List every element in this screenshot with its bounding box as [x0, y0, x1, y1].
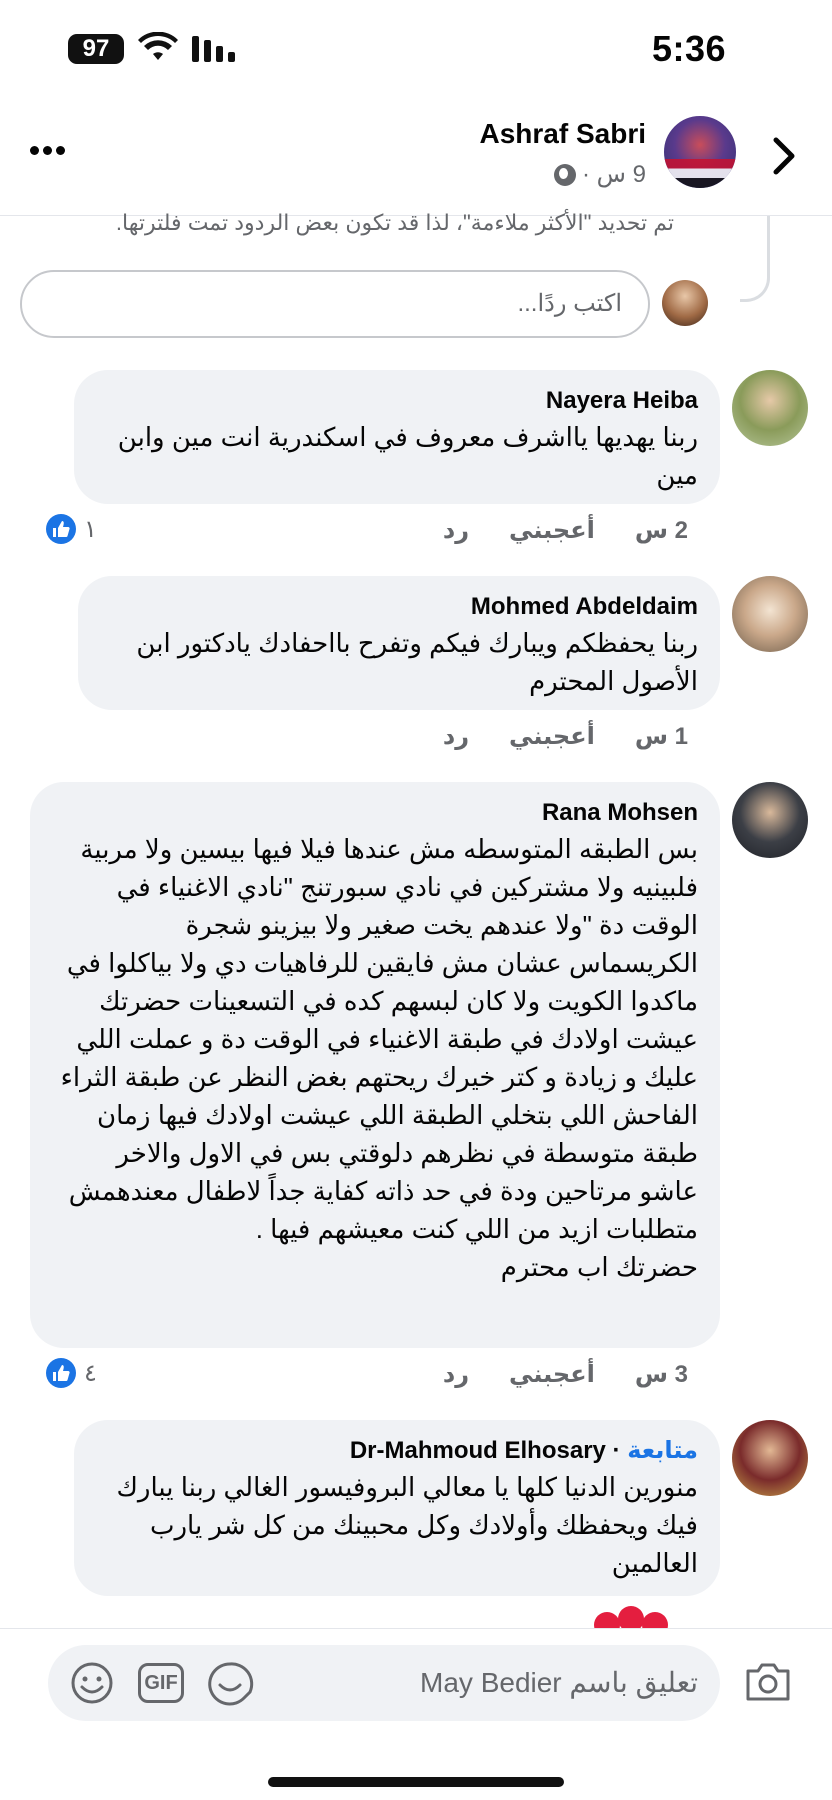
- reply-button[interactable]: رد: [443, 516, 469, 545]
- comment-bubble: Nayera Heiba ربنا يهديها يااشرف معروف في…: [74, 370, 720, 504]
- home-indicator: [268, 1777, 564, 1787]
- status-time: 5:36: [651, 28, 726, 69]
- follow-button[interactable]: متابعة: [627, 1437, 698, 1464]
- thread-connector: [740, 216, 770, 302]
- comment-text: ربنا يحفظكم ويبارك فيكم وتفرح بااحفادك ي…: [136, 628, 698, 696]
- comment-bubble: Mohmed Abdeldaim ربنا يحفظكم ويبارك فيكم…: [78, 576, 720, 710]
- comment-text: بس الطبقه المتوسطه مش عندها فيلا فيها بي…: [60, 834, 698, 1282]
- emoji-icon[interactable]: [70, 1661, 114, 1705]
- composer-box: GIF: [48, 1645, 720, 1721]
- post-time: 9 س ·: [582, 161, 646, 188]
- filter-note: تم تحديد "الأكثر ملاءمة"، لذا قد تكون بع…: [115, 210, 674, 235]
- comment-author[interactable]: Rana Mohsen: [52, 796, 698, 830]
- like-button[interactable]: أعجبني: [509, 722, 595, 751]
- comment-composer: GIF: [0, 1628, 832, 1800]
- post-author-avatar[interactable]: [662, 114, 738, 190]
- like-icon: [46, 1358, 76, 1388]
- like-button[interactable]: أعجبني: [509, 1360, 595, 1389]
- reaction-count[interactable]: ١: [46, 514, 97, 544]
- chevron-right-icon[interactable]: [770, 136, 798, 176]
- like-icon: [46, 514, 76, 544]
- post-meta: 9 س ·: [554, 160, 646, 189]
- globe-icon: [554, 163, 577, 186]
- reply-input[interactable]: [20, 270, 650, 338]
- post-header: Ashraf Sabri 9 س ·: [0, 100, 832, 216]
- post-author-name[interactable]: Ashraf Sabri: [480, 118, 647, 150]
- comment-actions: 1 س أعجبني رد: [443, 722, 688, 751]
- comment-author[interactable]: Nayera Heiba: [96, 384, 698, 418]
- gif-icon[interactable]: GIF: [138, 1663, 184, 1703]
- comment-bubble: Rana Mohsen بس الطبقه المتوسطه مش عندها …: [30, 782, 720, 1348]
- comment-author-row: متابعة · Dr-Mahmoud Elhosary: [96, 1434, 698, 1468]
- avatar[interactable]: [732, 782, 808, 858]
- comment-text: ربنا يهديها يااشرف معروف في اسكندرية انت…: [117, 422, 698, 490]
- comment-time: 2 س: [634, 517, 688, 544]
- reply-button[interactable]: رد: [443, 722, 469, 751]
- status-bar: 97 5:36: [0, 0, 832, 100]
- sticker-icon[interactable]: [206, 1661, 254, 1707]
- reaction-count[interactable]: ٤: [46, 1358, 97, 1388]
- wifi-icon: [138, 32, 178, 60]
- cellular-signal-icon: [192, 36, 235, 62]
- reaction-number: ٤: [84, 1359, 97, 1387]
- more-options-icon[interactable]: [30, 146, 66, 158]
- battery-indicator: 97: [68, 34, 124, 64]
- like-button[interactable]: أعجبني: [509, 516, 595, 545]
- comment-actions: 3 س أعجبني رد: [443, 1360, 688, 1389]
- separator: ·: [605, 1437, 621, 1464]
- current-user-avatar: [662, 280, 708, 326]
- avatar[interactable]: [732, 576, 808, 652]
- comment-bubble: متابعة · Dr-Mahmoud Elhosary منورين الدن…: [74, 1420, 720, 1596]
- reaction-number: ١: [84, 515, 97, 543]
- avatar[interactable]: [732, 370, 808, 446]
- comment-author[interactable]: Mohmed Abdeldaim: [100, 590, 698, 624]
- comment-time: 1 س: [634, 723, 688, 750]
- comment-time: 3 س: [634, 1361, 688, 1388]
- reply-button[interactable]: رد: [443, 1360, 469, 1389]
- comment-input[interactable]: [368, 1645, 698, 1721]
- comment-author[interactable]: Dr-Mahmoud Elhosary: [350, 1437, 606, 1464]
- camera-icon[interactable]: [744, 1659, 792, 1703]
- comment-actions: 2 س أعجبني رد: [443, 516, 688, 545]
- comment-text: منورين الدنيا كلها يا معالي البروفيسور ا…: [116, 1472, 698, 1578]
- avatar[interactable]: [732, 1420, 808, 1496]
